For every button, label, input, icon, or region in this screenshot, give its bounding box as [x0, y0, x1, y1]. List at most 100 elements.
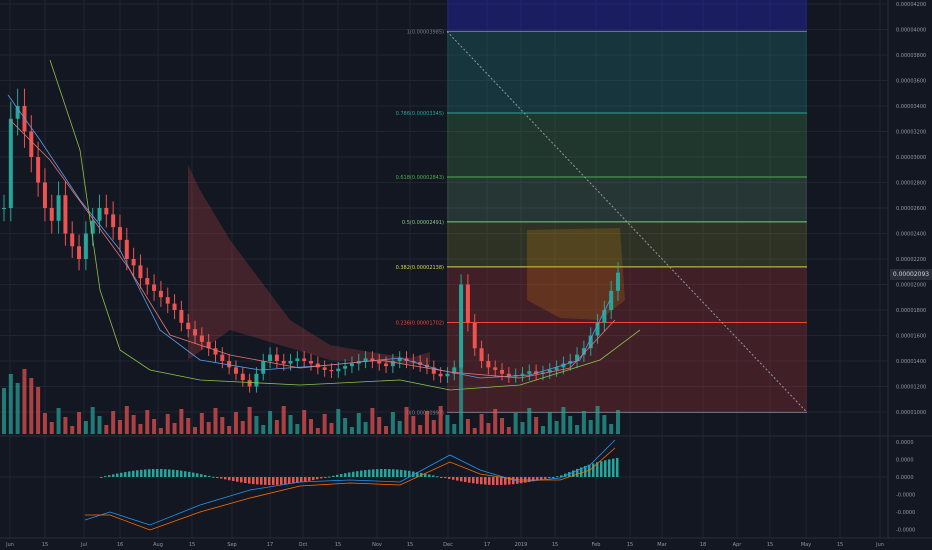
candle-body	[213, 348, 218, 355]
fib-zone	[447, 31, 807, 114]
macd-histogram-bar	[160, 469, 163, 477]
time-tick-label: Apr	[733, 542, 743, 548]
time-tick-label: Jun	[5, 542, 14, 548]
volume-bar	[322, 414, 327, 434]
macd-histogram-bar	[476, 477, 479, 484]
price-tick-label: 0.00004000	[896, 28, 926, 34]
candle-body	[254, 373, 259, 387]
fib-zone	[447, 221, 807, 267]
macd-histogram-bar	[384, 469, 387, 477]
fib-level-label: 0.618(0.00002843)	[396, 175, 444, 181]
macd-histogram-bar	[280, 477, 283, 485]
macd-histogram-bar	[124, 472, 127, 477]
macd-histogram-bar	[496, 477, 499, 485]
volume-bar	[452, 424, 457, 434]
macd-histogram-bar	[464, 477, 467, 483]
time-tick-label: 15	[837, 542, 843, 548]
price-tick-label: 0.00003000	[896, 155, 926, 161]
macd-histogram-bar	[228, 477, 231, 481]
macd-histogram-bar	[292, 477, 295, 484]
volume-bar	[534, 417, 539, 434]
macd-tick-label: 0.0000	[896, 458, 914, 464]
volume-bar	[2, 388, 6, 434]
macd-histogram-bar	[480, 477, 483, 485]
volume-bar	[595, 406, 600, 434]
volume-bar	[22, 369, 27, 434]
volume-bar	[97, 416, 102, 434]
macd-histogram-bar	[472, 477, 475, 484]
volume-bar	[540, 426, 545, 434]
macd-histogram-bar	[200, 474, 203, 477]
time-tick-label: Feb	[592, 542, 601, 548]
macd-histogram-bar	[460, 477, 463, 482]
candle-body	[104, 208, 109, 215]
candle-body	[500, 369, 505, 374]
macd-histogram-bar	[236, 477, 239, 482]
candle-body	[397, 358, 402, 361]
candle-body	[97, 208, 102, 221]
macd-histogram-bar	[600, 461, 603, 477]
candle-body	[247, 380, 252, 387]
candle-body	[63, 195, 68, 234]
price-tick-label: 0.00002200	[896, 257, 926, 263]
volume-bar	[479, 414, 484, 434]
volume-bar	[581, 411, 586, 434]
candle-body	[145, 278, 150, 285]
macd-histogram-bar	[388, 469, 391, 477]
macd-tick-label: 0.0000	[896, 475, 914, 481]
macd-histogram-bar	[336, 474, 339, 477]
macd-histogram-bar	[608, 459, 611, 477]
candle-body	[349, 363, 354, 367]
macd-histogram-bar	[224, 477, 227, 480]
macd-histogram-bar	[120, 472, 123, 477]
volume-bar	[111, 411, 116, 434]
volume-bar	[117, 420, 122, 434]
trading-chart[interactable]: 0.00004200 0.00004000 0.00003800 0.00003600…	[0, 0, 932, 550]
price-tick-label: 0.00002800	[896, 181, 926, 187]
volume-bar	[29, 378, 34, 434]
chart-canvas[interactable]: 0.00004200 0.00004000 0.00003800 0.00003600…	[0, 0, 932, 550]
price-tick-label: 0.00002000	[896, 283, 926, 289]
macd-signal-line	[85, 447, 616, 531]
volume-bar	[343, 418, 348, 434]
volume-bar	[233, 412, 238, 434]
volume-bar	[527, 408, 532, 434]
macd-histogram-bar	[188, 471, 191, 477]
volume-bar	[213, 408, 218, 434]
volume-bar	[193, 427, 198, 434]
fib-level-label: 0.382(0.00002138)	[396, 265, 444, 271]
macd-tick-label: -0.0000	[896, 493, 915, 499]
volume-bar	[268, 411, 273, 434]
candle-body	[472, 322, 477, 349]
price-tick-label: 0.00001000	[896, 410, 926, 416]
candle-body	[336, 368, 341, 372]
volume-bar	[83, 421, 88, 434]
macd-histogram-bar	[136, 470, 139, 477]
candle-body	[274, 354, 279, 361]
volume-bar	[56, 408, 61, 434]
candle-body	[309, 361, 313, 364]
candle-body	[527, 371, 532, 374]
macd-histogram-bar	[360, 470, 363, 477]
volume-bar	[609, 424, 614, 434]
macd-histogram-bar	[112, 474, 115, 477]
time-tick-label: 16	[117, 542, 123, 548]
macd-tick-label: 0.0000	[896, 440, 914, 446]
candle-body	[49, 208, 54, 221]
volume-bar	[49, 422, 54, 434]
macd-histogram-bar	[500, 477, 503, 485]
time-tick-label: Aug	[153, 542, 163, 548]
volume-bar	[281, 406, 286, 434]
volume-bar	[356, 413, 361, 434]
candle-body	[138, 265, 143, 279]
macd-histogram-bar	[484, 477, 487, 485]
macd-histogram-bar	[244, 477, 247, 484]
fib-zone	[447, 177, 807, 222]
volume-bar	[520, 422, 525, 434]
candle-body	[42, 182, 47, 208]
candle-body	[199, 335, 204, 342]
macd-histogram-bar	[368, 469, 371, 477]
macd-histogram-bar	[204, 474, 207, 477]
candle-body	[377, 361, 382, 364]
macd-histogram-bar	[440, 477, 443, 478]
